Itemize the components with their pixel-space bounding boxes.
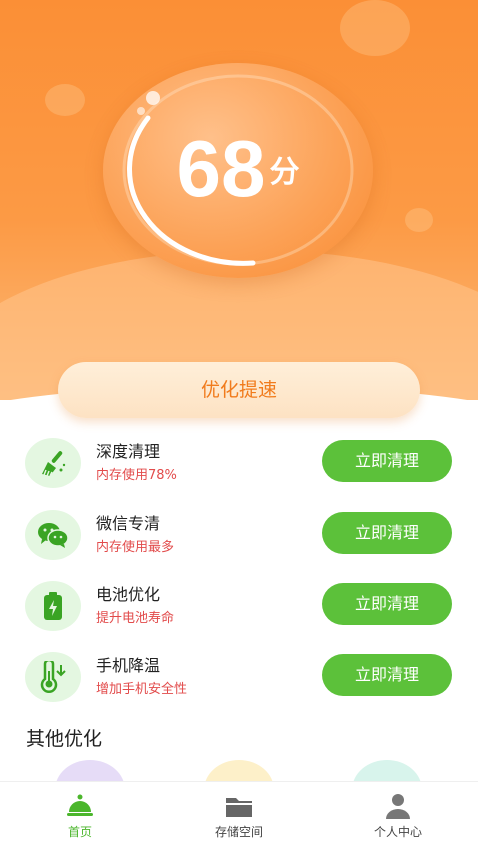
- battery-icon: [25, 581, 81, 631]
- person-icon: [386, 794, 410, 819]
- item-title: 手机降温: [96, 656, 161, 675]
- tab-label: 存储空间: [214, 825, 263, 839]
- tab-label: 首页: [67, 825, 92, 839]
- item-subtitle: 内存使用最多: [96, 540, 175, 555]
- score-header: 68 分: [0, 0, 478, 400]
- score-value: 68 分: [103, 123, 373, 215]
- clean-now-button[interactable]: 立即清理: [322, 440, 452, 482]
- home-bell-icon: [67, 794, 93, 816]
- list-item-deep-clean: 深度清理 内存使用78% 立即清理: [0, 432, 478, 496]
- optimize-speed-button[interactable]: 优化提速: [58, 362, 420, 418]
- other-optimize-heading: 其他优化: [26, 728, 103, 750]
- tab-profile[interactable]: 个人中心: [318, 782, 478, 850]
- score-unit: 分: [269, 155, 300, 190]
- folder-icon: [226, 798, 252, 817]
- list-item-cooling: 手机降温 增加手机安全性 立即清理: [0, 646, 478, 710]
- broom-icon: [25, 438, 81, 488]
- score-circle: 68 分: [103, 63, 373, 278]
- wechat-icon: [25, 510, 81, 560]
- clean-now-button[interactable]: 立即清理: [322, 512, 452, 554]
- item-subtitle: 内存使用78%: [96, 468, 177, 483]
- item-title: 微信专清: [96, 514, 161, 533]
- tab-storage[interactable]: 存储空间: [159, 782, 319, 850]
- item-subtitle: 提升电池寿命: [96, 611, 175, 626]
- list-item-battery: 电池优化 提升电池寿命 立即清理: [0, 575, 478, 639]
- item-title: 电池优化: [96, 585, 161, 604]
- thermometer-icon: [25, 652, 81, 702]
- tab-label: 个人中心: [373, 825, 422, 839]
- clean-now-button[interactable]: 立即清理: [322, 654, 452, 696]
- list-item-wechat-clean: 微信专清 内存使用最多 立即清理: [0, 504, 478, 568]
- decor-bubble: [45, 84, 85, 116]
- decor-bubble: [340, 0, 410, 56]
- item-subtitle: 增加手机安全性: [96, 682, 188, 697]
- decor-bubble: [405, 208, 433, 232]
- score-number: 68: [176, 124, 266, 213]
- tab-home[interactable]: 首页: [0, 782, 160, 850]
- bottom-tab-bar: 首页 存储空间 个人中心: [0, 781, 478, 850]
- item-title: 深度清理: [96, 442, 161, 461]
- clean-now-button[interactable]: 立即清理: [322, 583, 452, 625]
